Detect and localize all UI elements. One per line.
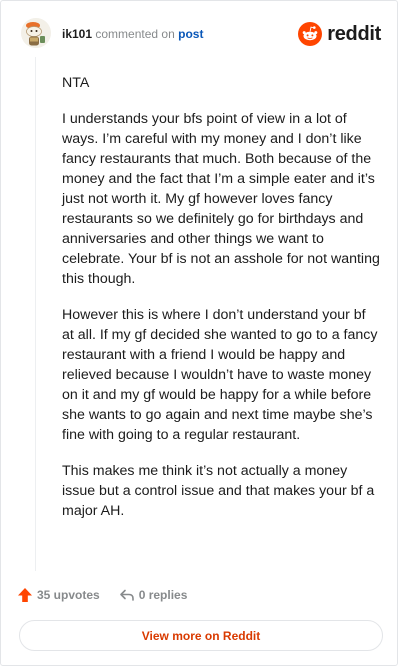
- comment-paragraph: This makes me think it’s not actually a …: [62, 463, 375, 519]
- upvote-count: 35 upvotes: [37, 588, 100, 602]
- upvote-button[interactable]: 35 upvotes: [17, 587, 100, 603]
- upvote-arrow-icon: [18, 588, 32, 602]
- reply-button[interactable]: 0 replies: [119, 587, 188, 603]
- reddit-wordmark: reddit: [327, 23, 381, 45]
- thread-line: [35, 57, 36, 571]
- user-avatar[interactable]: [21, 18, 51, 48]
- comment-header: ik101 commented on post reddit: [21, 18, 383, 52]
- snoo-avatar-icon: [21, 18, 51, 48]
- comment-paragraph: NTA: [62, 75, 90, 91]
- commented-on-label: commented on: [95, 27, 175, 41]
- comment-meta: ik101 commented on post: [62, 26, 203, 42]
- comment-body: NTA I understands your bfs point of view…: [62, 73, 380, 537]
- reply-count: 0 replies: [138, 588, 188, 602]
- comment-paragraph: However this is where I don’t understand…: [62, 307, 378, 443]
- view-more-button[interactable]: View more on Reddit: [19, 620, 383, 651]
- comment-footer: 35 upvotes 0 replies: [17, 583, 187, 607]
- reply-arrow-icon: [119, 589, 134, 601]
- comment-paragraph: I understands your bfs point of view in …: [62, 111, 380, 287]
- reddit-snoo-icon: [298, 22, 323, 46]
- reddit-logo[interactable]: reddit: [298, 21, 381, 47]
- username[interactable]: ik101: [62, 27, 92, 41]
- embedded-comment-card: ik101 commented on post reddit NTA I und…: [0, 0, 398, 666]
- post-link[interactable]: post: [178, 27, 203, 41]
